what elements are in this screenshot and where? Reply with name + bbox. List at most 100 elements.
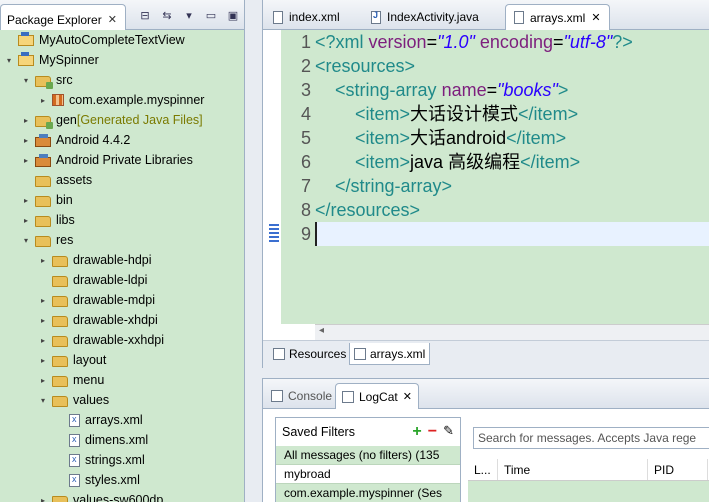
tree-item[interactable]: arrays.xml	[0, 410, 245, 430]
tree-item[interactable]: ▾ res	[0, 230, 245, 250]
collapse-arrow-icon[interactable]: ▸	[21, 216, 31, 225]
remove-filter-icon[interactable]: −	[428, 423, 437, 441]
filter-item[interactable]: All messages (no filters) (135	[276, 446, 460, 465]
close-icon[interactable]: ✕	[591, 11, 600, 24]
collapse-arrow-icon[interactable]: ▸	[38, 496, 48, 502]
code-line[interactable]: <resources>	[315, 54, 709, 78]
collapse-arrow-icon[interactable]: ▸	[38, 96, 48, 105]
edit-filter-icon[interactable]: ✎	[443, 423, 454, 441]
tree-item[interactable]: ▸ values-sw600dp	[0, 490, 245, 502]
collapse-arrow-icon[interactable]: ▸	[38, 296, 48, 305]
code-line[interactable]: </string-array>	[315, 174, 709, 198]
tree-item[interactable]: strings.xml	[0, 450, 245, 470]
folder-icon	[52, 355, 68, 367]
java-file-icon	[371, 10, 381, 24]
code-line[interactable]: <string-array name="books">	[315, 78, 709, 102]
code-line[interactable]: ​	[315, 222, 709, 246]
line-number: 2	[300, 56, 311, 76]
editor-page-tab-label: arrays.xml	[370, 346, 426, 361]
collapse-all-icon[interactable]: ⊟	[138, 8, 152, 22]
code-token: =	[426, 32, 438, 52]
expand-arrow-icon[interactable]: ▾	[21, 236, 31, 245]
code-token: 大话android	[410, 128, 507, 148]
code-token: <?xml	[315, 32, 369, 52]
tree-item[interactable]: ▸ drawable-hdpi	[0, 250, 245, 270]
folder-icon	[52, 275, 68, 287]
tree-item[interactable]: dimens.xml	[0, 430, 245, 450]
editor-area: index.xml IndexActivity.java arrays.xml ✕ 1…	[262, 0, 709, 368]
tree-item[interactable]: styles.xml	[0, 470, 245, 490]
tree-item[interactable]: MyAutoCompleteTextView	[0, 30, 245, 50]
code-line[interactable]: <item>大话android</item>	[315, 126, 709, 150]
collapse-arrow-icon[interactable]: ▸	[38, 316, 48, 325]
code-line[interactable]: <item>java 高级编程</item>	[315, 150, 709, 174]
tree-item-label: MySpinner	[39, 53, 99, 67]
close-icon[interactable]: ✕	[108, 13, 117, 26]
tree-item[interactable]: ▸ gen [Generated Java Files]	[0, 110, 245, 130]
column-header[interactable]: Time	[498, 459, 648, 480]
minimize-icon[interactable]: ▭	[204, 8, 218, 22]
tree-item[interactable]: ▸ Android 4.4.2	[0, 130, 245, 150]
logcat-table-body[interactable]	[468, 481, 709, 502]
close-icon[interactable]: ✕	[403, 390, 412, 403]
filter-item[interactable]: mybroad	[276, 465, 460, 484]
horizontal-scrollbar[interactable]: ◂	[315, 324, 709, 340]
code-line[interactable]: </resources>	[315, 198, 709, 222]
tree-item[interactable]: ▸ libs	[0, 210, 245, 230]
tree-item[interactable]: ▸ Android Private Libraries	[0, 150, 245, 170]
editor-bottom-tabs: Resources arrays.xml	[263, 340, 709, 368]
tree-item[interactable]: ▾ src	[0, 70, 245, 90]
editor-tab[interactable]: arrays.xml ✕	[505, 4, 610, 30]
editor-tab[interactable]: index.xml	[265, 4, 348, 30]
console-tab[interactable]: LogCat ✕	[335, 383, 419, 409]
tree-item-label: assets	[56, 173, 93, 187]
scroll-left-icon[interactable]: ◂	[319, 325, 324, 336]
collapse-arrow-icon[interactable]: ▸	[38, 336, 48, 345]
tree-item[interactable]: ▸ bin	[0, 190, 245, 210]
code-editor[interactable]: <?xml version="1.0" encoding="utf-8"?> <r…	[315, 30, 709, 324]
collapse-arrow-icon[interactable]: ▸	[21, 116, 31, 125]
folder-icon	[35, 215, 51, 227]
logcat-search-input[interactable]: Search for messages. Accepts Java rege	[473, 427, 709, 449]
collapse-arrow-icon[interactable]: ▸	[38, 356, 48, 365]
tree-item[interactable]: ▾ values	[0, 390, 245, 410]
tree-item[interactable]: ▸ com.example.myspinner	[0, 90, 245, 110]
source-folder-icon	[35, 115, 53, 129]
expand-arrow-icon[interactable]: ▾	[38, 396, 48, 405]
tree-item[interactable]: ▾ MySpinner	[0, 50, 245, 70]
editor-tab[interactable]: IndexActivity.java	[363, 4, 487, 30]
collapse-arrow-icon[interactable]: ▸	[21, 196, 31, 205]
editor-page-tab[interactable]: Resources	[269, 343, 350, 365]
column-header[interactable]: L...	[468, 459, 498, 480]
maximize-icon[interactable]: ▣	[226, 8, 240, 22]
tree-item[interactable]: ▸ menu	[0, 370, 245, 390]
console-tab[interactable]: Console	[265, 383, 338, 409]
view-menu-icon[interactable]: ▾	[182, 8, 196, 22]
tree-item[interactable]: assets	[0, 170, 245, 190]
code-line[interactable]: <item>大话设计模式</item>	[315, 102, 709, 126]
tree-item-label: libs	[56, 213, 75, 227]
package-explorer-tab[interactable]: Package Explorer ✕	[0, 4, 126, 30]
collapse-arrow-icon[interactable]: ▸	[38, 376, 48, 385]
tree-item[interactable]: ▸ drawable-mdpi	[0, 290, 245, 310]
code-line[interactable]: <?xml version="1.0" encoding="utf-8"?>	[315, 30, 709, 54]
editor-page-tab[interactable]: arrays.xml	[349, 343, 431, 365]
folder-icon	[52, 315, 68, 327]
collapse-arrow-icon[interactable]: ▸	[21, 156, 31, 165]
tree-item[interactable]: ▸ drawable-xhdpi	[0, 310, 245, 330]
editor-tab-label: IndexActivity.java	[387, 10, 479, 24]
expand-arrow-icon[interactable]: ▾	[21, 76, 31, 85]
code-token: encoding	[479, 32, 553, 52]
tree-item[interactable]: ▸ drawable-xxhdpi	[0, 330, 245, 350]
expand-arrow-icon[interactable]: ▾	[4, 56, 14, 65]
filter-item[interactable]: com.example.myspinner (Ses	[276, 484, 460, 502]
collapse-arrow-icon[interactable]: ▸	[38, 256, 48, 265]
add-filter-icon[interactable]: +	[412, 423, 421, 441]
tree-item[interactable]: ▸ layout	[0, 350, 245, 370]
code-token: =	[552, 32, 564, 52]
tree-item[interactable]: drawable-ldpi	[0, 270, 245, 290]
link-with-editor-icon[interactable]: ⇆	[160, 8, 174, 22]
collapse-arrow-icon[interactable]: ▸	[21, 136, 31, 145]
column-header[interactable]: PID	[648, 459, 708, 480]
